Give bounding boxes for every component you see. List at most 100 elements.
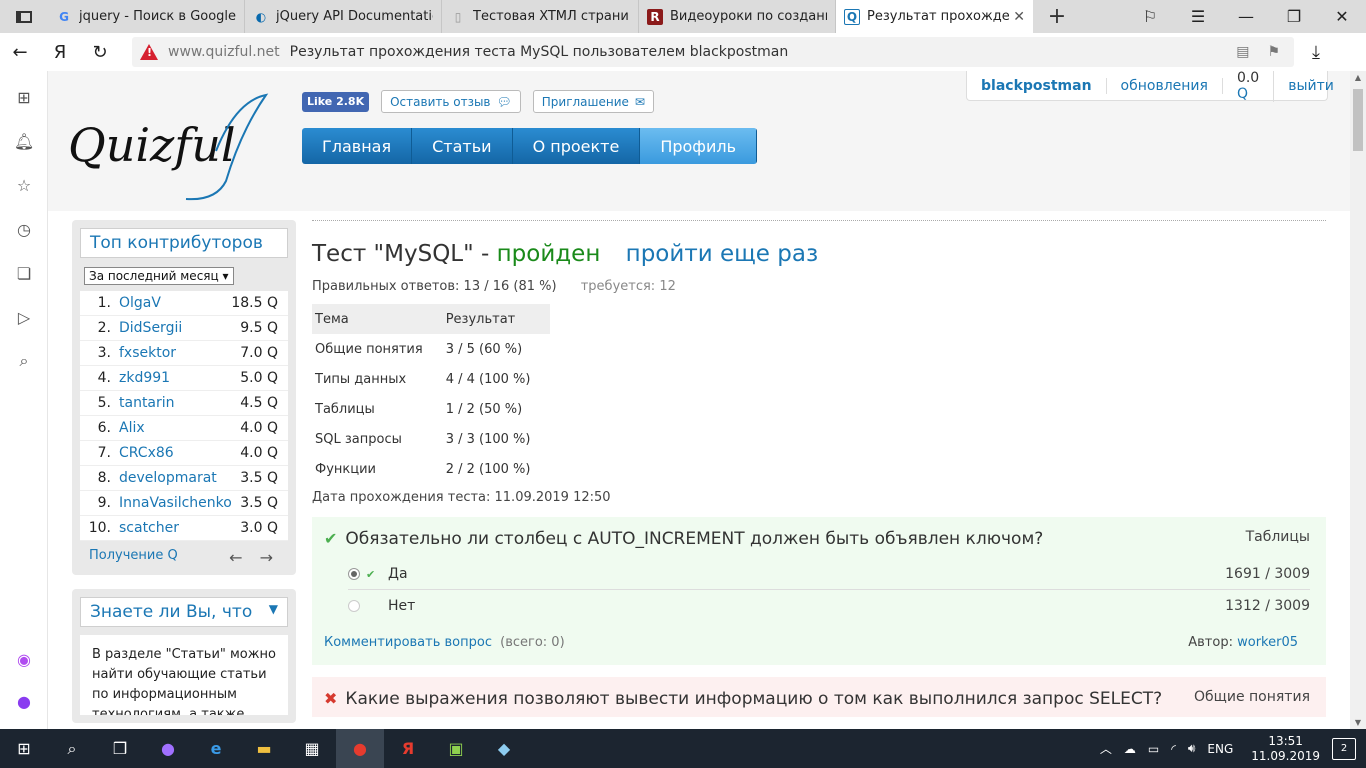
bookmark-icon[interactable]: ⚑: [1267, 44, 1280, 60]
username-link[interactable]: blackpostman: [981, 78, 1092, 94]
author-link[interactable]: worker05: [1237, 635, 1298, 650]
updates-link[interactable]: обновления: [1121, 78, 1208, 94]
search-page-icon[interactable]: ⌕: [12, 349, 36, 373]
menu-icon[interactable]: ☰: [1174, 0, 1222, 33]
contributor-name[interactable]: fxsektor: [119, 345, 240, 361]
menu-profile[interactable]: Профиль: [640, 128, 758, 164]
rank: 3.: [97, 345, 111, 361]
question-card: ✖ Какие выражения позволяют вывести инфо…: [312, 677, 1326, 717]
contributor-score: 3.5 Q: [240, 495, 278, 511]
notepad-plus-icon[interactable]: ▣: [432, 729, 480, 768]
alice-icon[interactable]: ●: [12, 689, 36, 713]
scroll-up-arrow[interactable]: ▲: [1350, 73, 1366, 82]
alice-taskbar-icon[interactable]: ●: [144, 729, 192, 768]
history-icon[interactable]: ◷: [12, 217, 36, 241]
panel-title: Топ контрибуторов: [90, 233, 263, 253]
translate-icon[interactable]: ▤: [1236, 44, 1249, 60]
rank: 5.: [97, 395, 111, 411]
app-icon[interactable]: ◆: [480, 729, 528, 768]
collections-icon[interactable]: ❏: [12, 261, 36, 285]
tray-chevron-icon[interactable]: ︿: [1100, 740, 1112, 757]
tab-google[interactable]: Gjquery - Поиск в Google: [48, 0, 245, 33]
store-icon[interactable]: ▦: [288, 729, 336, 768]
answer-row: Нет 1312 / 3009: [348, 590, 1310, 621]
video-icon[interactable]: ▷: [12, 305, 36, 329]
yandex-icon[interactable]: Я: [384, 729, 432, 768]
balance-unit[interactable]: Q: [1237, 86, 1248, 102]
battery-icon[interactable]: ▭: [1148, 742, 1159, 756]
task-view-icon[interactable]: ❒: [96, 729, 144, 768]
tabs-panel-icon: [16, 10, 32, 23]
menu-home[interactable]: Главная: [302, 128, 413, 164]
invite-button[interactable]: Приглашение ✉: [532, 90, 654, 113]
table-row: SQL запросы 3 / 3 (100 %): [312, 424, 550, 454]
notification-center-icon[interactable]: 2: [1332, 737, 1356, 760]
question-card: ✔ Обязательно ли столбец с AUTO_INCREMEN…: [312, 517, 1326, 665]
site-header: Quizful Like 2.8K Оставить отзыв 💬︎ Пригл…: [48, 71, 1350, 211]
contributor-name[interactable]: developmarat: [119, 470, 240, 486]
download-icon[interactable]: ⤓: [1312, 42, 1320, 63]
close-tab-icon[interactable]: ✕: [1013, 9, 1025, 25]
facebook-like-button[interactable]: Like 2.8K: [302, 91, 370, 112]
language-indicator[interactable]: ENG: [1207, 742, 1233, 756]
contributor-name[interactable]: OlgaV: [119, 295, 231, 311]
favorites-icon[interactable]: ☆: [12, 173, 36, 197]
google-icon: G: [59, 9, 69, 24]
clock[interactable]: 13:51 11.09.2019: [1251, 734, 1320, 764]
windows-taskbar: ⊞ ⌕ ❒ ● e ▬ ▦ ● Я ▣ ◆ ︿ ☁ ▭ ◜ 🔊︎ ENG 13:…: [0, 729, 1366, 768]
answer-count: 1312 / 3009: [1225, 597, 1310, 614]
table-row: Общие понятия 3 / 5 (60 %): [312, 334, 550, 364]
scroll-thumb[interactable]: [1353, 89, 1363, 151]
retake-link[interactable]: пройти еще раз: [626, 241, 819, 267]
contributor-name[interactable]: scatcher: [119, 520, 240, 536]
contributor-name[interactable]: InnaVasilchenko: [119, 495, 240, 511]
tab-videos[interactable]: R Видеоуроки по созданию: [639, 0, 836, 33]
apps-grid-icon[interactable]: ⊞: [12, 85, 36, 109]
tabs-panel-button[interactable]: [0, 0, 48, 33]
period-select[interactable]: За последний месяц ▾: [84, 267, 234, 285]
volume-icon[interactable]: 🔊︎: [1188, 741, 1196, 756]
windows-start-icon[interactable]: ⊞: [0, 729, 48, 768]
logout-link[interactable]: выйти: [1288, 78, 1334, 94]
contributor-row: 9. InnaVasilchenko 3.5 Q: [80, 491, 288, 516]
contributor-name[interactable]: tantarin: [119, 395, 240, 411]
cloud-icon[interactable]: ☁: [1124, 742, 1136, 756]
menu-about[interactable]: О проекте: [512, 128, 641, 164]
scrollbar[interactable]: ▲ ▼: [1350, 71, 1366, 729]
pager-arrows[interactable]: ← →: [229, 548, 279, 567]
contributor-name[interactable]: CRCx86: [119, 445, 240, 461]
network-icon[interactable]: ◜: [1171, 742, 1176, 756]
back-icon[interactable]: ←: [0, 42, 40, 63]
file-explorer-icon[interactable]: ▬: [240, 729, 288, 768]
contributor-name[interactable]: zkd991: [119, 370, 240, 386]
bookmark-collection-icon[interactable]: ⚐: [1126, 0, 1174, 33]
notifications-icon[interactable]: 🔔︎: [12, 129, 36, 153]
comment-question-link[interactable]: Комментировать вопрос: [324, 635, 492, 650]
result-cell: 3 / 3 (100 %): [445, 431, 531, 447]
tab-quizful[interactable]: Q Результат прохождения✕: [836, 0, 1033, 33]
minimize-button[interactable]: —: [1222, 0, 1270, 33]
menu-articles[interactable]: Статьи: [412, 128, 513, 164]
contributor-name[interactable]: DidSergii: [119, 320, 240, 336]
reload-icon[interactable]: ↻: [80, 42, 120, 63]
yandex-logo[interactable]: Я: [40, 42, 80, 63]
quizful-logo[interactable]: Quizful: [66, 91, 276, 201]
close-window-button[interactable]: ✕: [1318, 0, 1366, 33]
security-warning-icon[interactable]: [140, 44, 158, 60]
tab-test-page[interactable]: ▯ Тестовая XTMЛ страница: [442, 0, 639, 33]
new-tab-button[interactable]: +: [1033, 4, 1081, 29]
edge-icon[interactable]: e: [192, 729, 240, 768]
balance-value: 0.0: [1236, 71, 1260, 86]
get-q-link[interactable]: Получение Q: [89, 548, 178, 567]
balance: 0.0 Q: [1223, 71, 1275, 102]
search-icon[interactable]: ⌕: [48, 729, 96, 768]
alice-app-icon[interactable]: ◉: [12, 647, 36, 671]
url-field[interactable]: www.quizful.net Результат прохождения те…: [132, 37, 1294, 67]
yandex-browser-icon[interactable]: ●: [336, 729, 384, 768]
scroll-down-arrow[interactable]: ▼: [1350, 718, 1366, 727]
did-you-know-title[interactable]: Знаете ли Вы, что ▼: [80, 597, 288, 627]
restore-button[interactable]: ❐: [1270, 0, 1318, 33]
contributor-name[interactable]: Alix: [119, 420, 240, 436]
tab-jquery[interactable]: ◐ jQuery API Documentation: [245, 0, 442, 33]
feedback-button[interactable]: Оставить отзыв 💬︎: [381, 90, 521, 113]
